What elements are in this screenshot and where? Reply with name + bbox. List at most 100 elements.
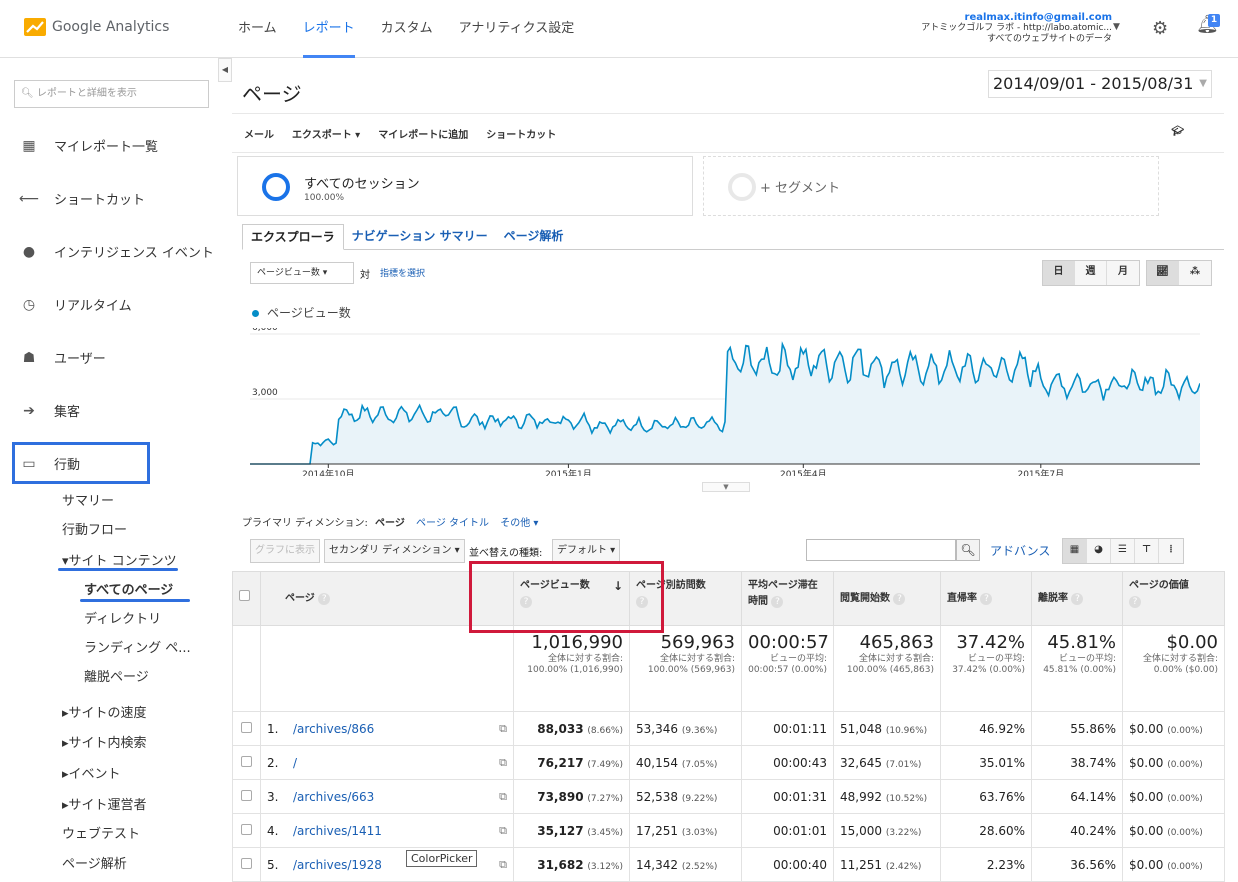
table-filter-input[interactable] [806, 539, 956, 561]
performance-view-icon[interactable]: ☰ [1111, 539, 1135, 563]
sub-events[interactable]: ▸イベント [62, 763, 121, 782]
row-page-link[interactable]: /archives/866 [293, 722, 374, 736]
sub-all-pages[interactable]: すべてのページ [84, 579, 173, 598]
help-icon[interactable]: ? [980, 592, 993, 605]
col-entrances[interactable]: 閲覧開始数 ? [833, 571, 941, 626]
sub-landing-pages[interactable]: ランディング ペ... [84, 637, 191, 656]
dim-other[interactable]: その他 ▾ [500, 518, 538, 529]
secondary-dimension-select[interactable]: セカンダリ ディメンション ▾ [324, 539, 465, 563]
help-icon[interactable]: ? [771, 596, 784, 608]
row-checkbox[interactable] [241, 721, 252, 733]
sub-behavior-flow[interactable]: 行動フロー [62, 519, 127, 538]
row-unique-pageviews: 52,538 (9.22%) [629, 779, 742, 814]
row-page-link[interactable]: /archives/663 [293, 790, 374, 804]
advanced-filter-link[interactable]: アドバンス [990, 542, 1050, 559]
col-avg-time[interactable]: 平均ページ滞在時間 ? [741, 571, 834, 626]
select-all-checkbox[interactable] [239, 590, 250, 601]
pie-view-icon[interactable]: ◕ [1087, 539, 1111, 563]
metric-select[interactable]: ページビュー数 ▾ [250, 262, 354, 284]
chart-type-toggle: 📈︎ ⁂ [1146, 260, 1212, 286]
nav-custom[interactable]: カスタム [381, 0, 433, 58]
sub-overview[interactable]: サマリー [62, 490, 114, 509]
segment-all-sessions[interactable]: すべてのセッション 100.00% [237, 156, 693, 216]
motion-chart-icon[interactable]: ⁂ [1179, 261, 1211, 285]
sub-site-search[interactable]: ▸サイト内検索 [62, 732, 147, 751]
week-button[interactable]: 週 [1075, 261, 1107, 285]
tab-navigation-summary[interactable]: ナビゲーション サマリー [344, 224, 496, 249]
email-action[interactable]: メール [244, 126, 274, 141]
row-page-link[interactable]: /archives/1928 [293, 858, 382, 872]
row-page-link[interactable]: /archives/1411 [293, 824, 382, 838]
table-row[interactable]: 1. /archives/866 ⧉ 88,033 (8.66%) 53,346 (… [232, 711, 1225, 746]
sub-experiments[interactable]: ウェブテスト [62, 823, 140, 842]
nav-home[interactable]: ホーム [238, 0, 277, 58]
sidebar-item-intelligence[interactable]: ● インテリジェンス イベント [18, 242, 214, 262]
nav-reports[interactable]: レポート [302, 0, 355, 58]
sidebar-item-realtime[interactable]: ◷ リアルタイム [18, 295, 132, 315]
table-row[interactable]: 5. /archives/1928 ⧉ 31,682 (3.12%) 14,342 … [232, 847, 1225, 882]
logo[interactable]: Google Analytics [24, 18, 169, 36]
chart-expand-handle[interactable]: ▼ [702, 482, 750, 492]
row-page-link[interactable]: / [293, 756, 297, 770]
col-exit-rate[interactable]: 離脱率 ? [1031, 571, 1123, 626]
sidebar-item-audience[interactable]: ☗ ユーザー [18, 348, 106, 368]
help-icon[interactable]: ? [1071, 592, 1084, 605]
help-icon[interactable]: ? [1129, 596, 1141, 608]
row-checkbox[interactable] [241, 789, 252, 801]
date-range-picker[interactable]: 2014/09/01 - 2015/08/31 ▼ [988, 70, 1212, 98]
shortcut-action[interactable]: ショートカット [486, 126, 556, 141]
table-row[interactable]: 2. / ⧉ 76,217 (7.49%) 40,154 (7.05%) 00:00… [232, 745, 1225, 780]
search-placeholder: レポートと詳細を表示 [36, 88, 137, 99]
sub-site-speed[interactable]: ▸サイトの速度 [62, 702, 147, 721]
dim-page-title[interactable]: ページ タイトル [416, 518, 489, 529]
col-bounce-rate[interactable]: 直帰率 ? [940, 571, 1032, 626]
sub-publisher[interactable]: ▸サイト運営者 [62, 794, 147, 813]
primary-dimension-active[interactable]: ページ [375, 518, 405, 529]
table-view-icon[interactable]: ▦ [1063, 539, 1087, 563]
table-row[interactable]: 4. /archives/1411 ⧉ 35,127 (3.45%) 17,251 … [232, 813, 1225, 848]
row-checkbox[interactable] [241, 755, 252, 767]
graduation-cap-icon[interactable]: 🎓︎ [1171, 126, 1184, 137]
open-page-icon[interactable]: ⧉ [499, 790, 507, 804]
settings-gear-icon[interactable]: ⚙ [1152, 18, 1168, 39]
help-icon[interactable]: ? [893, 592, 906, 605]
sidebar: 🔍︎ レポートと詳細を表示 ▦ マイレポート一覧 ⟵ ショートカット ● インテリジェ… [0, 58, 218, 872]
row-checkbox[interactable] [241, 823, 252, 835]
sub-directory[interactable]: ディレクトリ [84, 608, 161, 627]
account-selector[interactable]: realmax.itinfo@gmail.com アトミックゴルフ ラボ - h… [921, 12, 1112, 45]
comparison-view-icon[interactable]: ⊤ [1135, 539, 1159, 563]
account-dropdown-icon[interactable]: ▼ [1113, 22, 1120, 32]
month-button[interactable]: 月 [1107, 261, 1139, 285]
sub-in-page-analytics[interactable]: ページ解析 [62, 853, 127, 872]
sub-exit-pages[interactable]: 離脱ページ [84, 666, 149, 685]
sidebar-item-dashboards[interactable]: ▦ マイレポート一覧 [18, 136, 158, 156]
line-chart-icon[interactable]: 📈︎ [1147, 261, 1179, 285]
open-page-icon[interactable]: ⧉ [499, 824, 507, 838]
day-button[interactable]: 日 [1043, 261, 1075, 285]
sidebar-item-shortcuts[interactable]: ⟵ ショートカット [18, 189, 145, 209]
notifications[interactable]: 🔔︎ 1 [1196, 14, 1220, 35]
tab-explorer[interactable]: エクスプローラ [242, 224, 344, 250]
search-icon[interactable]: 🔍︎ [956, 539, 980, 561]
sub-site-content[interactable]: ▾サイト コンテンツ [62, 550, 177, 569]
nav-admin[interactable]: アナリティクス設定 [459, 0, 575, 58]
report-search-input[interactable]: 🔍︎ レポートと詳細を表示 [14, 80, 209, 108]
table-row[interactable]: 3. /archives/663 ⧉ 73,890 (7.27%) 52,538 (… [232, 779, 1225, 814]
tab-in-page[interactable]: ページ解析 [496, 224, 572, 249]
export-action[interactable]: エクスポート ▾ [292, 126, 360, 141]
sort-type-select[interactable]: デフォルト ▾ [552, 539, 621, 563]
add-to-dashboard-action[interactable]: マイレポートに追加 [378, 126, 468, 141]
row-pageviews: 73,890 (7.27%) [513, 779, 630, 814]
open-page-icon[interactable]: ⧉ [499, 756, 507, 770]
open-page-icon[interactable]: ⧉ [499, 722, 507, 736]
add-segment[interactable]: + セグメント [703, 156, 1159, 216]
pivot-view-icon[interactable]: ⦙ [1159, 539, 1183, 563]
col-page-value[interactable]: ページの価値? [1122, 571, 1225, 626]
select-metric-link[interactable]: 指標を選択 [380, 266, 425, 279]
row-checkbox[interactable] [241, 857, 252, 869]
sidebar-item-acquisition[interactable]: ➔ 集客 [18, 401, 80, 421]
plot-rows-button[interactable]: グラフに表示 [250, 539, 320, 563]
help-icon[interactable]: ? [318, 592, 331, 605]
sidebar-collapse-button[interactable]: ◀ [218, 58, 232, 82]
open-page-icon[interactable]: ⧉ [499, 858, 507, 872]
